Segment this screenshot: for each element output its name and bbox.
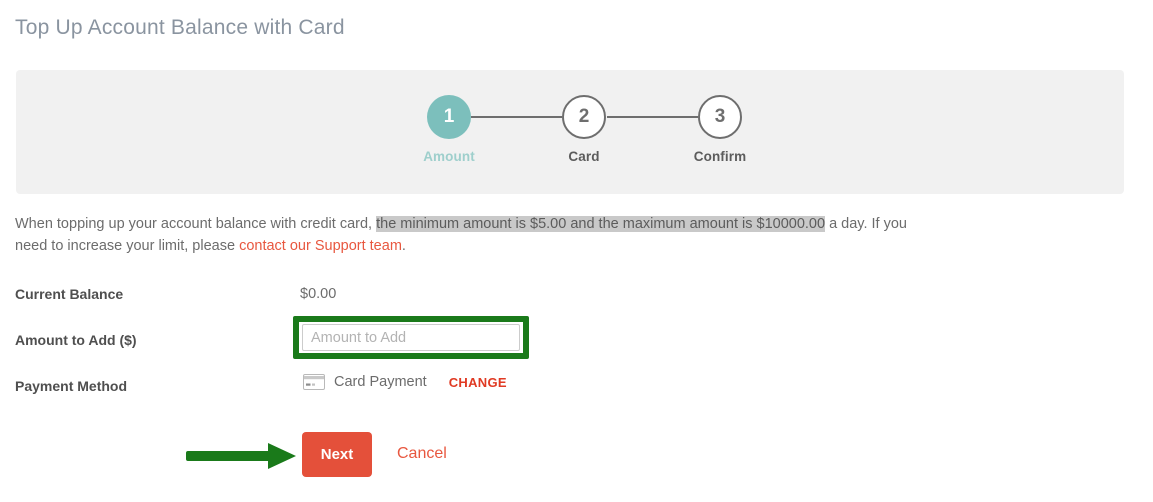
change-payment-method-link[interactable]: CHANGE	[449, 375, 507, 390]
stepper-step-amount-label: Amount	[423, 149, 475, 164]
credit-card-icon	[303, 374, 325, 390]
row-payment-method: Payment Method	[15, 375, 1115, 399]
next-button[interactable]: Next	[302, 432, 372, 477]
stepper: 1 Amount 2 Card 3 Confirm	[16, 95, 1124, 175]
intro-text-part1: When topping up your account balance wit…	[15, 216, 377, 232]
stepper-step-card[interactable]: 2 Card	[524, 95, 644, 164]
support-team-link[interactable]: contact our Support team	[239, 238, 402, 254]
page-title: Top Up Account Balance with Card	[15, 16, 345, 39]
right-arrow-annotation	[186, 441, 298, 471]
payment-method-label: Payment Method	[15, 378, 128, 394]
stepper-step-card-label: Card	[568, 149, 600, 164]
payment-method-value: Card Payment	[334, 374, 427, 390]
intro-text-part3: .	[401, 238, 406, 254]
cancel-link[interactable]: Cancel	[397, 445, 447, 463]
stepper-step-amount-circle: 1	[427, 95, 471, 139]
stepper-step-confirm-circle: 3	[698, 95, 742, 139]
current-balance-value: $0.00	[300, 286, 337, 302]
stepper-step-amount[interactable]: 1 Amount	[389, 95, 509, 164]
amount-to-add-input[interactable]	[302, 324, 520, 351]
current-balance-label: Current Balance	[15, 286, 124, 302]
intro-highlighted-limits: the minimum amount is $5.00 and the maxi…	[376, 216, 826, 232]
amount-to-add-label: Amount to Add ($)	[15, 332, 137, 348]
stepper-step-card-circle: 2	[562, 95, 606, 139]
stepper-step-confirm-label: Confirm	[693, 149, 747, 164]
row-current-balance: Current Balance $0.00	[15, 283, 1115, 307]
stepper-step-confirm[interactable]: 3 Confirm	[660, 95, 780, 164]
payment-method-value-group: Card Payment CHANGE	[303, 374, 507, 390]
intro-paragraph: When topping up your account balance wit…	[15, 213, 915, 257]
row-amount-to-add: Amount to Add ($)	[15, 329, 1115, 353]
stepper-panel: 1 Amount 2 Card 3 Confirm	[16, 70, 1124, 194]
